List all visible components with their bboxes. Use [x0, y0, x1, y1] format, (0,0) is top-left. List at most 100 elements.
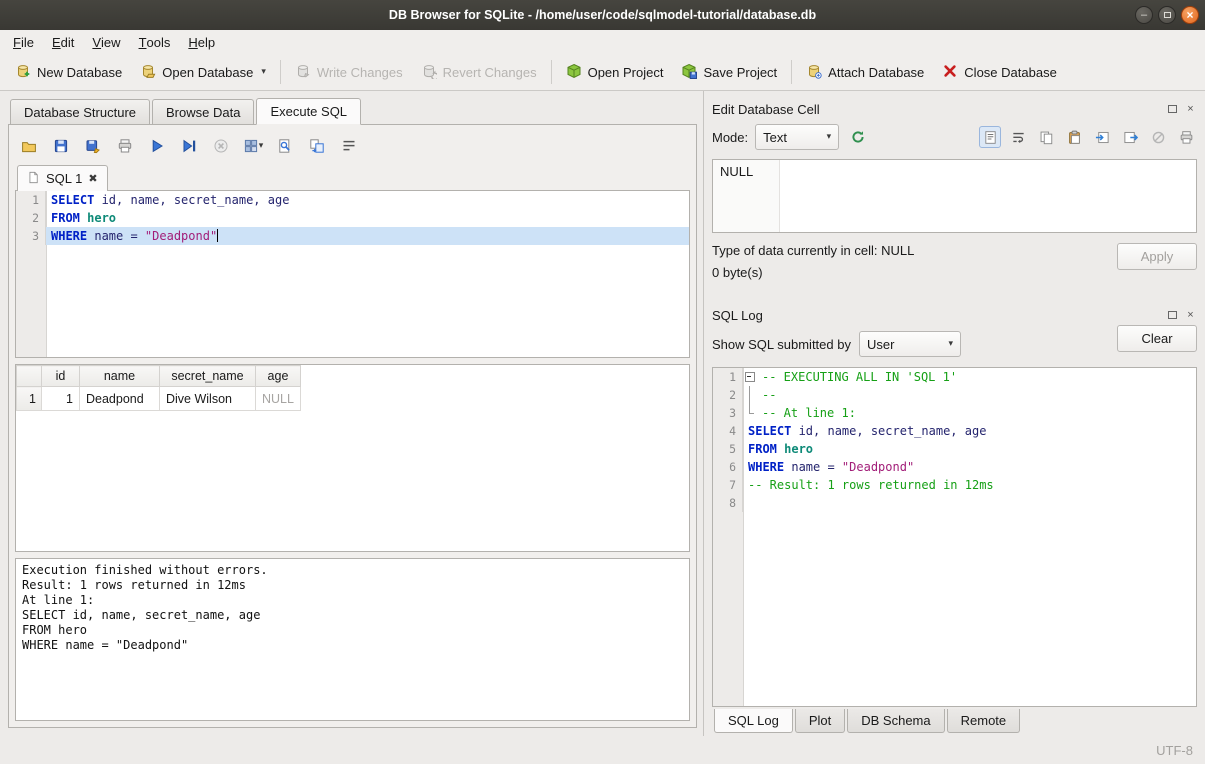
float-sql-log-icon[interactable]: [1166, 309, 1179, 322]
word-wrap-cell-icon[interactable]: [1007, 126, 1029, 148]
dock-tab-remote[interactable]: Remote: [947, 709, 1021, 733]
close-button[interactable]: ×: [1181, 6, 1199, 24]
cell-editor[interactable]: NULL: [712, 159, 1197, 233]
toolbar-button-open-database[interactable]: Open Database▾: [131, 58, 275, 87]
auto-format-icon[interactable]: [846, 125, 870, 149]
column-header-id[interactable]: id: [42, 366, 80, 387]
maximize-button[interactable]: [1158, 6, 1176, 24]
header-row: idnamesecret_nameage: [17, 366, 301, 387]
new-database-icon: [15, 63, 31, 82]
code-line: 6WHERE name = "Deadpond": [713, 458, 1196, 476]
table-cell[interactable]: 1: [42, 387, 80, 411]
find-icon[interactable]: [273, 134, 297, 158]
execute-current-line-icon[interactable]: [177, 134, 201, 158]
column-header-age[interactable]: age: [256, 366, 301, 387]
print-sql-icon[interactable]: [113, 134, 137, 158]
print-cell-icon[interactable]: [1175, 126, 1197, 148]
edit-cell-title: Edit Database Cell: [712, 102, 1166, 117]
sql-tab[interactable]: SQL 1 ✖: [17, 165, 108, 191]
code-content: SELECT id, name, secret_name, age: [46, 191, 289, 209]
open-database-icon: [140, 63, 156, 82]
code-line: 1SELECT id, name, secret_name, age: [16, 191, 689, 209]
menu-tools[interactable]: Tools: [130, 30, 180, 54]
row-number: 1: [17, 387, 42, 411]
toolbar-button-attach-database[interactable]: Attach Database: [797, 58, 933, 87]
apply-button: Apply: [1117, 243, 1197, 270]
close-sql-log-icon[interactable]: ×: [1184, 309, 1197, 322]
close-tab-icon[interactable]: ✖: [88, 172, 97, 185]
toolbar-button-close-database[interactable]: Close Database: [933, 58, 1066, 87]
code-content: FROM hero: [46, 209, 116, 227]
window-controls: – ×: [1135, 6, 1199, 24]
set-null-icon: [1147, 126, 1169, 148]
stop-icon: [209, 134, 233, 158]
filter-select[interactable]: User ▾: [859, 331, 961, 357]
save-sql-file-icon[interactable]: [49, 134, 73, 158]
dropdown-arrow-icon[interactable]: ▾: [261, 67, 266, 77]
clear-button[interactable]: Clear: [1117, 325, 1197, 352]
minimize-button[interactable]: –: [1135, 6, 1153, 24]
import-cell-icon[interactable]: [1091, 126, 1113, 148]
code-line: 2FROM hero: [16, 209, 689, 227]
sql-log-view[interactable]: 1-- EXECUTING ALL IN 'SQL 1'2--3-- At li…: [712, 367, 1197, 707]
window-title: DB Browser for SQLite - /home/user/code/…: [389, 8, 816, 22]
save-sql-as-icon[interactable]: [81, 134, 105, 158]
table-cell[interactable]: Dive Wilson: [160, 387, 256, 411]
main-tabs: Database StructureBrowse DataExecute SQL: [8, 97, 697, 124]
chevron-down-icon: ▾: [827, 132, 832, 142]
copy-icon[interactable]: [1035, 126, 1057, 148]
edit-cell-dock-controls: ×: [1166, 103, 1197, 116]
tab-execute-sql[interactable]: Execute SQL: [256, 98, 361, 125]
line-number: 3: [713, 404, 743, 422]
toolbar-button-new-database[interactable]: New Database: [6, 58, 131, 87]
revert-changes-icon: [421, 63, 437, 82]
dock-tab-db-schema[interactable]: DB Schema: [847, 709, 944, 733]
column-header-secret-name[interactable]: secret_name: [160, 366, 256, 387]
column-header-name[interactable]: name: [80, 366, 160, 387]
float-edit-cell-icon[interactable]: [1166, 103, 1179, 116]
text-view-icon[interactable]: [979, 126, 1001, 148]
menu-help[interactable]: Help: [179, 30, 224, 54]
toolbar-button-open-project[interactable]: Open Project: [557, 58, 673, 87]
cell-size-text: 0 byte(s): [712, 265, 1117, 280]
tab-browse-data[interactable]: Browse Data: [152, 99, 254, 124]
line-number: 3: [16, 227, 46, 245]
dock-tab-plot[interactable]: Plot: [795, 709, 845, 733]
fold-minus-icon[interactable]: [743, 368, 757, 386]
menu-file[interactable]: File: [4, 30, 43, 54]
edit-cell-toolbar-row: Mode: Text ▾: [712, 119, 1197, 155]
maximize-icon: [1164, 12, 1171, 18]
toolbar-button-save-project[interactable]: Save Project: [672, 58, 786, 87]
main-content: Database StructureBrowse DataExecute SQL…: [0, 91, 1205, 736]
open-sql-file-icon[interactable]: [17, 134, 41, 158]
save-project-icon: [681, 63, 697, 82]
attach-database-icon: [806, 63, 822, 82]
line-number: 2: [713, 386, 743, 404]
menu-view[interactable]: View: [83, 30, 129, 54]
replace-icon[interactable]: [305, 134, 329, 158]
paste-icon[interactable]: [1063, 126, 1085, 148]
line-number: 1: [16, 191, 46, 209]
dropdown-arrow-icon[interactable]: ▾: [259, 141, 264, 151]
toolbar-label: Attach Database: [828, 65, 924, 80]
menu-edit[interactable]: Edit: [43, 30, 83, 54]
main-toolbar: New DatabaseOpen Database▾Write ChangesR…: [0, 54, 1205, 91]
table-row[interactable]: 11DeadpondDive WilsonNULL: [17, 387, 301, 411]
execute-all-icon[interactable]: [145, 134, 169, 158]
export-cell-icon[interactable]: [1119, 126, 1141, 148]
line-number: 1: [713, 368, 743, 386]
toolbar-label: Open Project: [588, 65, 664, 80]
text-cursor: [217, 229, 218, 242]
open-tab-icon[interactable]: ▾: [241, 134, 265, 158]
code-content: SELECT id, name, secret_name, age: [743, 422, 986, 440]
mode-select[interactable]: Text ▾: [755, 124, 839, 150]
close-edit-cell-icon[interactable]: ×: [1184, 103, 1197, 116]
word-wrap-icon[interactable]: [337, 134, 361, 158]
table-cell[interactable]: Deadpond: [80, 387, 160, 411]
code-line: 4SELECT id, name, secret_name, age: [713, 422, 1196, 440]
table-cell[interactable]: NULL: [256, 387, 301, 411]
dock-tab-sql-log[interactable]: SQL Log: [714, 709, 793, 733]
sql-editor[interactable]: 1SELECT id, name, secret_name, age2FROM …: [15, 190, 690, 358]
tab-database-structure[interactable]: Database Structure: [10, 99, 150, 124]
line-number: 8: [713, 494, 743, 512]
